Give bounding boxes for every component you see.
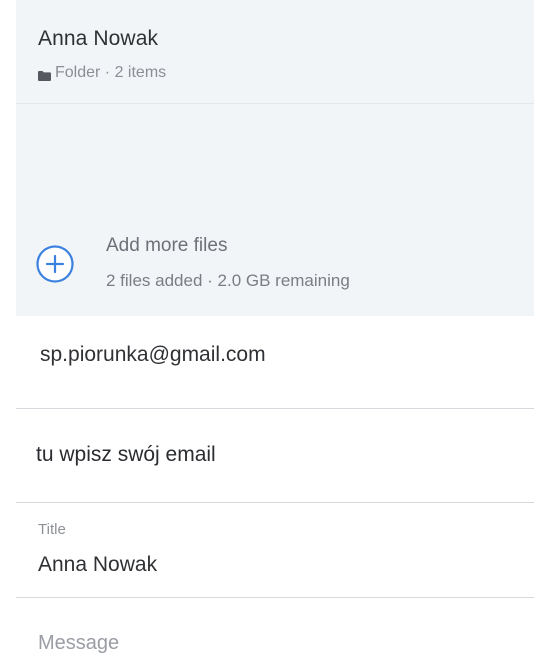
add-more-files-button[interactable]: Add more files 2 files added · 2.0 GB re… (16, 222, 534, 316)
add-more-files-label: Add more files (106, 235, 228, 256)
plus-circle-icon[interactable] (36, 245, 74, 283)
folder-meta-text: Folder · 2 items (55, 64, 167, 81)
message-field[interactable]: Message (16, 598, 534, 656)
transfer-form: Anna Nowak Folder · 2 items Add more fil… (0, 0, 534, 656)
upload-panel: Anna Nowak Folder · 2 items Add more fil… (16, 0, 534, 316)
files-added-status: 2 files added · 2.0 GB remaining (106, 271, 350, 290)
recipient-email-field[interactable]: sp.piorunka@gmail.com (16, 316, 534, 409)
title-field[interactable]: Title Anna Nowak (16, 503, 534, 598)
folder-meta: Folder · 2 items (38, 64, 166, 82)
title-field-label: Title (38, 521, 66, 538)
sender-email-value[interactable]: tu wpisz swój email (36, 443, 216, 467)
uploaded-folder-item[interactable]: Anna Nowak Folder · 2 items (16, 0, 534, 104)
title-field-value[interactable]: Anna Nowak (38, 553, 157, 577)
sender-email-field[interactable]: tu wpisz swój email (16, 409, 534, 503)
folder-name: Anna Nowak (38, 27, 159, 50)
recipient-email-value[interactable]: sp.piorunka@gmail.com (40, 343, 266, 367)
folder-icon (38, 68, 51, 81)
message-placeholder: Message (38, 632, 120, 654)
